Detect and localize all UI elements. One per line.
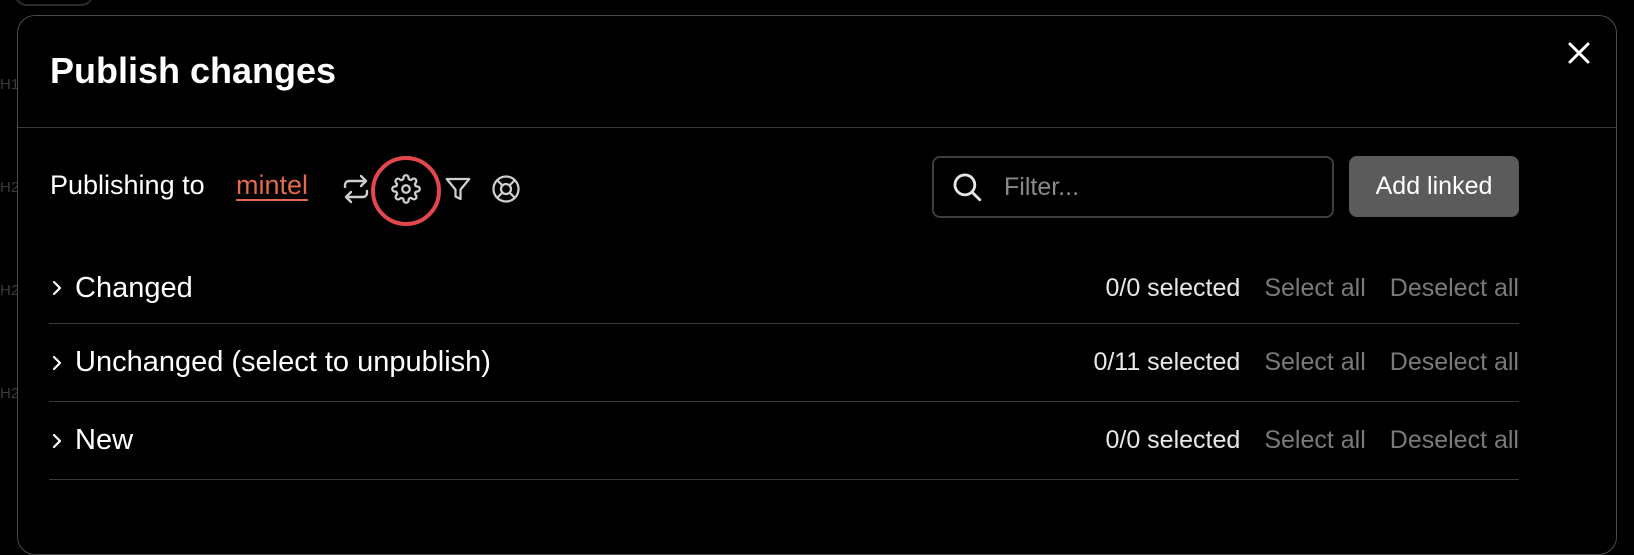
select-all-link[interactable]: Select all: [1264, 274, 1365, 303]
section-toggle[interactable]: Unchanged (select to unpublish): [49, 346, 491, 379]
select-all-link[interactable]: Select all: [1264, 426, 1365, 455]
lifebuoy-icon: [492, 175, 520, 203]
selected-count: 0/0 selected: [1105, 426, 1241, 454]
search-icon: [953, 173, 982, 202]
modal-header: Publish changes: [18, 16, 1616, 128]
section-title: New: [75, 424, 134, 456]
section-new: New 0/0 selected Select all Deselect all: [49, 402, 1519, 480]
publish-changes-modal: Publish changes Publishing to mintel Fil…: [17, 15, 1617, 555]
deselect-all-link[interactable]: Deselect all: [1390, 426, 1519, 455]
close-icon: [1568, 42, 1590, 64]
publishing-label: Publishing to: [50, 170, 205, 200]
section-changed: Changed 0/0 selected Select all Deselect…: [49, 253, 1519, 324]
chevron-right-icon: [52, 280, 62, 296]
selected-count: 0/0 selected: [1105, 273, 1241, 302]
publish-toolbar: Publishing to mintel Filter... Add linke…: [18, 156, 1616, 226]
select-all-link[interactable]: Select all: [1264, 348, 1365, 377]
change-sections: Changed 0/0 selected Select all Deselect…: [49, 253, 1519, 480]
help-button[interactable]: [489, 172, 523, 206]
filter-input[interactable]: [1004, 172, 1324, 202]
section-toggle[interactable]: Changed: [49, 272, 193, 305]
deselect-all-link[interactable]: Deselect all: [1390, 348, 1519, 377]
modal-title: Publish changes: [50, 50, 337, 91]
settings-button[interactable]: [389, 172, 423, 206]
background-pill: [14, 0, 94, 6]
filter-options-button[interactable]: [441, 172, 475, 206]
section-toggle[interactable]: New: [49, 424, 133, 457]
filter-funnel-icon: [445, 177, 471, 201]
chevron-right-icon: [52, 433, 62, 448]
chevron-right-icon: [52, 355, 62, 370]
switch-target-button[interactable]: [339, 172, 373, 206]
section-title: Unchanged (select to unpublish): [75, 346, 491, 378]
selected-count: 0/11 selected: [1093, 348, 1241, 376]
filter-search-box[interactable]: [932, 156, 1334, 218]
add-linked-button[interactable]: Add linked: [1349, 156, 1519, 217]
deselect-all-link[interactable]: Deselect all: [1390, 274, 1519, 303]
publishing-target-link[interactable]: mintel: [236, 170, 308, 201]
gear-icon: [391, 174, 421, 204]
section-title: Changed: [75, 271, 193, 304]
close-button[interactable]: [1564, 38, 1594, 68]
switch-arrows-icon: [343, 174, 369, 204]
section-unchanged: Unchanged (select to unpublish) 0/11 sel…: [49, 324, 1519, 402]
